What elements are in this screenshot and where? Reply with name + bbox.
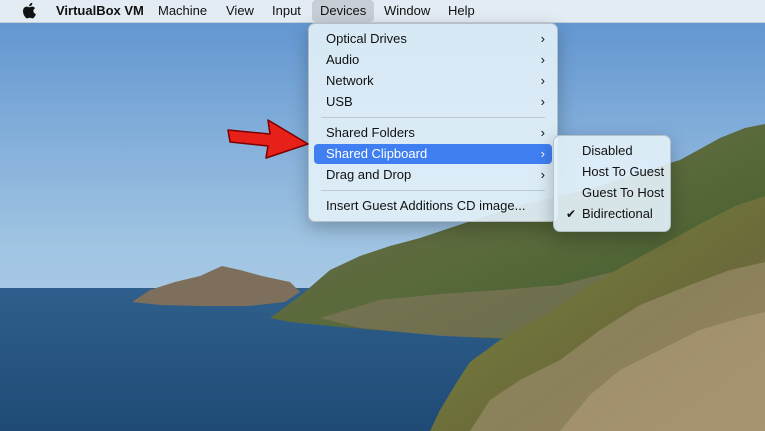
submenu-item-host-to-guest[interactable]: Host To Guest — [559, 162, 665, 182]
submenu-item-label: Bidirectional — [582, 206, 653, 221]
shared-clipboard-submenu: Disabled Host To Guest Guest To Host ✔ B… — [553, 135, 671, 232]
menubar-item-machine[interactable]: Machine — [150, 0, 215, 22]
submenu-item-label: Host To Guest — [582, 164, 665, 179]
chevron-right-icon: › — [540, 125, 545, 140]
chevron-right-icon: › — [540, 94, 545, 109]
menu-item-label: USB — [326, 94, 353, 109]
devices-menu: Optical Drives › Audio › Network › USB ›… — [308, 23, 558, 222]
menubar-item-devices[interactable]: Devices — [312, 0, 375, 22]
chevron-right-icon: › — [540, 52, 545, 67]
menubar-item-window[interactable]: Window — [376, 0, 438, 22]
menu-item-usb[interactable]: USB › — [314, 92, 552, 112]
menu-item-label: Optical Drives — [326, 31, 407, 46]
menu-item-optical-drives[interactable]: Optical Drives › — [314, 29, 552, 49]
chevron-right-icon: › — [540, 146, 545, 161]
submenu-item-label: Guest To Host — [582, 185, 665, 200]
menu-item-network[interactable]: Network › — [314, 71, 552, 91]
menu-item-label: Audio — [326, 52, 360, 67]
menu-item-audio[interactable]: Audio › — [314, 50, 552, 70]
chevron-right-icon: › — [540, 31, 545, 46]
menu-item-label: Shared Clipboard — [326, 146, 428, 161]
submenu-item-label: Disabled — [582, 143, 633, 158]
checkmark-icon: ✔ — [566, 207, 577, 221]
menu-item-shared-folders[interactable]: Shared Folders › — [314, 123, 552, 143]
apple-logo-icon[interactable] — [22, 2, 36, 19]
menu-separator — [321, 117, 545, 118]
submenu-item-guest-to-host[interactable]: Guest To Host — [559, 183, 665, 203]
menu-item-insert-guest-additions[interactable]: Insert Guest Additions CD image... — [314, 196, 552, 216]
submenu-item-bidirectional[interactable]: ✔ Bidirectional — [559, 204, 665, 224]
menubar-item-input[interactable]: Input — [264, 0, 309, 22]
submenu-item-disabled[interactable]: Disabled — [559, 141, 665, 161]
chevron-right-icon: › — [540, 167, 545, 182]
menu-item-label: Insert Guest Additions CD image... — [326, 198, 526, 213]
menubar-item-app[interactable]: VirtualBox VM — [48, 0, 152, 22]
menu-item-drag-and-drop[interactable]: Drag and Drop › — [314, 165, 552, 185]
menu-item-label: Drag and Drop — [326, 167, 412, 182]
menu-bar: VirtualBox VM Machine View Input Devices… — [0, 0, 765, 23]
menubar-item-help[interactable]: Help — [440, 0, 483, 22]
menu-item-label: Shared Folders — [326, 125, 415, 140]
red-arrow-icon — [227, 119, 309, 159]
chevron-right-icon: › — [540, 73, 545, 88]
menu-item-label: Network — [326, 73, 374, 88]
menu-separator — [321, 190, 545, 191]
menu-item-shared-clipboard[interactable]: Shared Clipboard › — [314, 144, 552, 164]
menubar-item-view[interactable]: View — [218, 0, 262, 22]
